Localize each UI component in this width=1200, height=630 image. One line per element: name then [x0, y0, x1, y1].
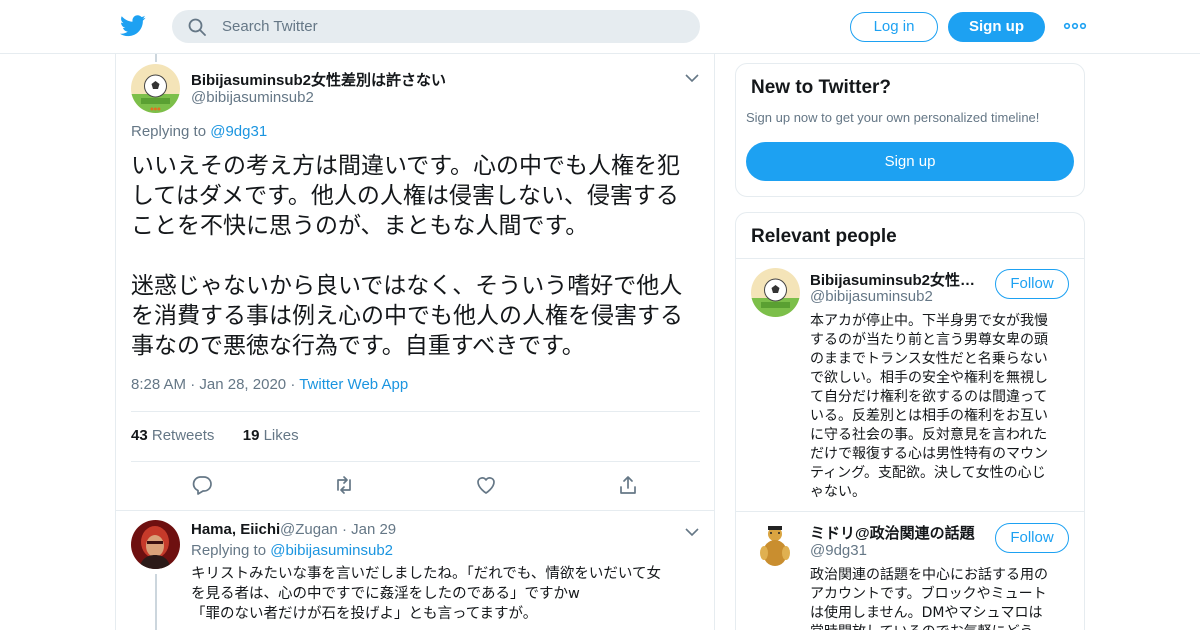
- tweet-meta: 8:28 AM · Jan 28, 2020 · Twitter Web App: [131, 376, 408, 393]
- tweet-stats: 43 Retweets 19 Likes: [131, 427, 299, 444]
- replying-to-label: Replying to: [131, 123, 207, 140]
- login-button[interactable]: Log in: [850, 12, 938, 42]
- more-options-icon[interactable]: [1063, 18, 1087, 34]
- meta-separator: ·: [341, 521, 352, 538]
- tweet-actions: [116, 474, 714, 500]
- person-avatar[interactable]: [751, 268, 800, 317]
- person-name[interactable]: Bibijasuminsub2女性差別は許さない: [810, 269, 980, 290]
- reply-meta: @Zugan · Jan 29: [280, 521, 396, 538]
- replying-to-link[interactable]: @bibijasuminsub2: [270, 542, 393, 559]
- replying-to-link[interactable]: @9dg31: [210, 123, 267, 140]
- svg-text:●●●: ●●●: [150, 106, 161, 111]
- author-handle[interactable]: @bibijasuminsub2: [191, 89, 314, 106]
- person-bio: 本アカが停止中。下半身男で女が我慢 するのが当たり前と言う男尊女卑の頭 のままで…: [810, 313, 1048, 500]
- likes-stat[interactable]: 19 Likes: [243, 427, 299, 444]
- soccer-ball-avatar-icon: ●●●: [131, 64, 180, 113]
- follow-button[interactable]: Follow: [995, 523, 1069, 553]
- search-box: [172, 10, 700, 43]
- soccer-ball-avatar-icon: [751, 268, 800, 317]
- reply-author-name[interactable]: Hama, Eiichi: [191, 521, 280, 538]
- divider: [116, 510, 714, 511]
- reply-author-avatar[interactable]: [131, 520, 180, 569]
- person-handle[interactable]: @9dg31: [810, 542, 867, 559]
- new-to-twitter-subtitle: Sign up now to get your own personalized…: [746, 110, 1040, 125]
- relevant-people-card: Relevant people Bibijasuminsub2女性差別は許さない…: [735, 212, 1085, 630]
- reply-icon[interactable]: [191, 474, 213, 496]
- retweets-count: 43: [131, 427, 148, 444]
- main-timeline: ●●● Bibijasuminsub2女性差別は許さない @bibijasumi…: [115, 54, 715, 630]
- divider: [736, 258, 1084, 259]
- top-bar: Log in Sign up: [0, 0, 1200, 54]
- tweet-date[interactable]: Jan 28, 2020: [199, 376, 286, 393]
- reply-replying-to-line: Replying to @bibijasuminsub2: [191, 542, 393, 559]
- retweets-label: Retweets: [151, 427, 215, 444]
- person-handle[interactable]: @bibijasuminsub2: [810, 288, 933, 305]
- divider: [131, 411, 700, 412]
- replying-to-line: Replying to @9dg31: [131, 123, 267, 140]
- retweet-icon[interactable]: [333, 474, 355, 496]
- author-display-name[interactable]: Bibijasuminsub2女性差別は許さない: [191, 69, 446, 90]
- likes-label: Likes: [263, 427, 299, 444]
- sidebar-signup-button[interactable]: Sign up: [746, 142, 1074, 181]
- share-icon[interactable]: [617, 474, 639, 496]
- golden-figure-avatar-icon: [751, 521, 800, 570]
- thread-line: [155, 574, 157, 630]
- relevant-people-title: Relevant people: [751, 226, 897, 247]
- person-avatar[interactable]: [751, 521, 800, 570]
- person-bio: 政治関連の話題を中心にお話する用の アカウントです。ブロックやミュート は使用し…: [810, 567, 1048, 630]
- chevron-down-icon[interactable]: [685, 527, 699, 537]
- tweet-source-app[interactable]: Twitter Web App: [299, 376, 408, 393]
- signup-button[interactable]: Sign up: [948, 12, 1045, 42]
- author-avatar[interactable]: ●●●: [131, 64, 180, 113]
- chevron-down-icon[interactable]: [685, 73, 699, 83]
- search-input[interactable]: [222, 10, 682, 43]
- twitter-bird-logo-icon[interactable]: [120, 14, 146, 38]
- person-name[interactable]: ミドリ@政治関連の話題: [810, 522, 980, 543]
- new-to-twitter-card: New to Twitter? Sign up now to get your …: [735, 63, 1085, 197]
- thread-line: [155, 54, 157, 62]
- follow-button[interactable]: Follow: [995, 269, 1069, 299]
- new-to-twitter-title: New to Twitter?: [751, 77, 892, 98]
- anime-character-avatar-icon: [131, 520, 180, 569]
- divider: [131, 461, 700, 462]
- like-heart-icon[interactable]: [475, 474, 497, 496]
- divider: [736, 511, 1084, 512]
- replying-to-label: Replying to: [191, 542, 267, 559]
- retweets-stat[interactable]: 43 Retweets: [131, 427, 214, 444]
- meta-separator: ·: [290, 376, 300, 393]
- reply-text: キリストみたいな事を言いだしましたね。「だれでも、情欲をいだいて女 を見る者は、…: [191, 566, 661, 622]
- likes-count: 19: [242, 427, 260, 444]
- meta-separator: ·: [190, 376, 200, 393]
- reply-author-handle[interactable]: @Zugan: [280, 521, 338, 538]
- tweet-time[interactable]: 8:28 AM: [131, 376, 186, 393]
- search-icon: [188, 18, 206, 36]
- tweet-text: いいえその考え方は間違いです。心の中でも人権を犯 してはダメです。他人の人権は侵…: [131, 153, 683, 359]
- reply-date[interactable]: Jan 29: [351, 521, 396, 538]
